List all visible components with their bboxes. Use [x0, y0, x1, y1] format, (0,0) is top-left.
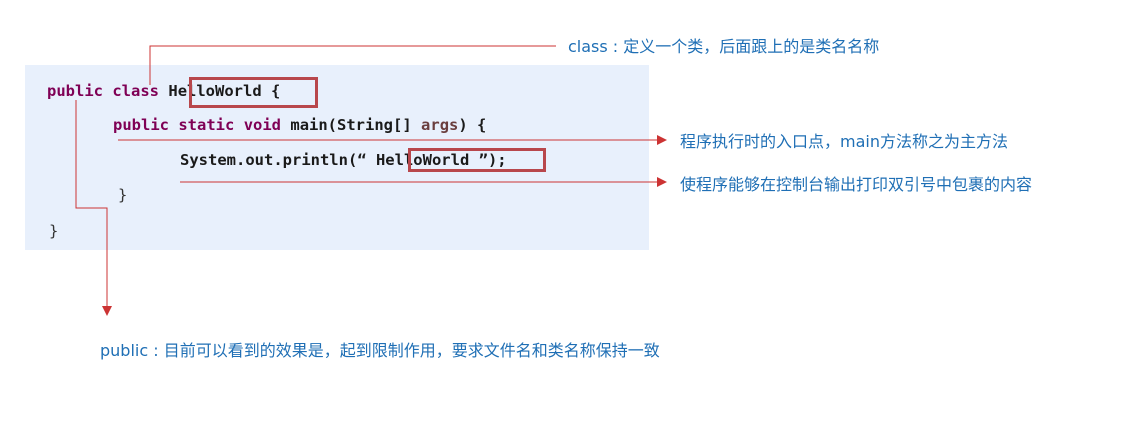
println-annotation: 使程序能够在控制台输出打印双引号中包裹的内容: [680, 175, 1033, 194]
public-annotation-key: public: [100, 341, 149, 360]
connector-lines: [75, 45, 667, 316]
public-annotation: public : 目前可以看到的效果是，起到限制作用，要求文件名和类名称保持一致: [100, 337, 660, 361]
class-annotation: class : 定义一个类，后面跟上的是类名名称: [568, 33, 879, 57]
main-annotation: 程序执行时的入口点，main方法称之为主方法: [680, 132, 1008, 151]
public-connector: [75, 100, 112, 316]
class-annotation-text: : 定义一个类，后面跟上的是类名名称: [607, 37, 880, 56]
class-annotation-key: class: [568, 37, 608, 56]
public-annotation-text: : 目前可以看到的效果是，起到限制作用，要求文件名和类名称保持一致: [148, 341, 660, 360]
class-connector: [149, 45, 556, 85]
